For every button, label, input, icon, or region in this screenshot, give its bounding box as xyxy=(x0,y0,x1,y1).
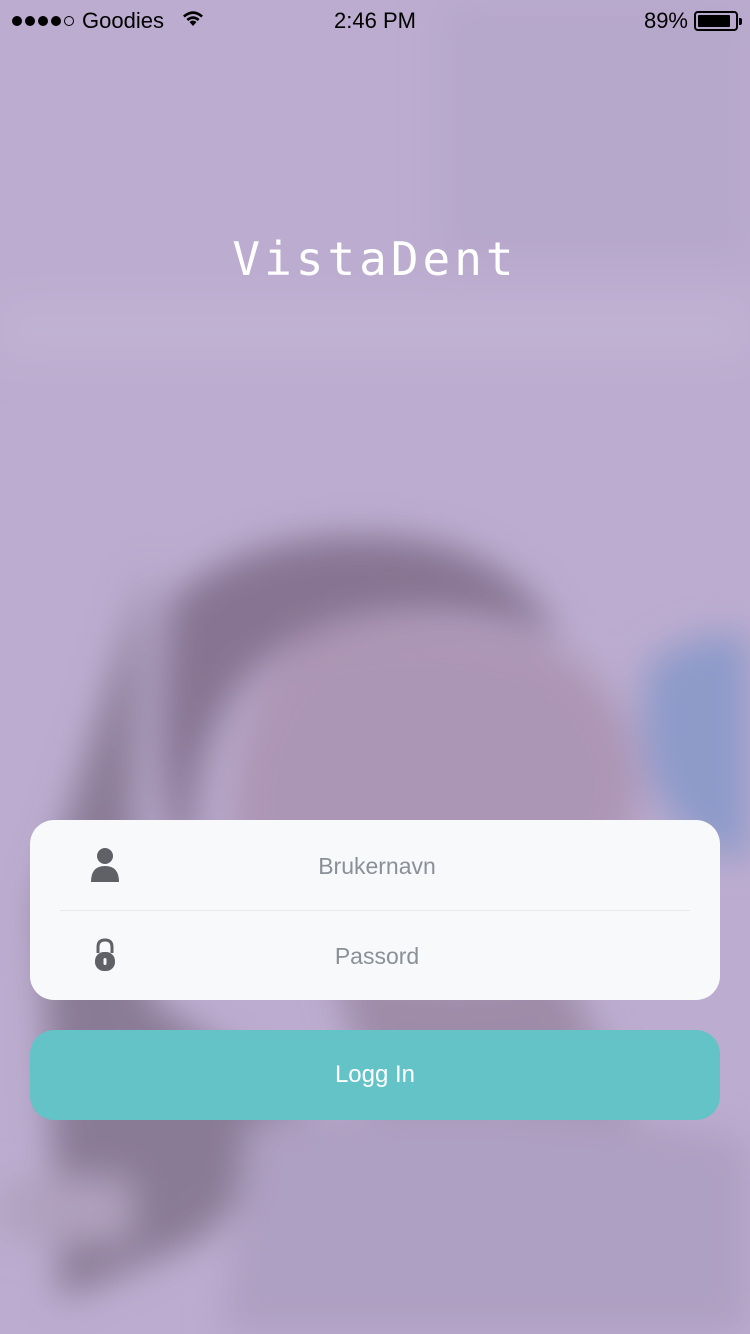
app-logo: VistaDent xyxy=(232,232,518,286)
status-right: 89% xyxy=(643,8,742,34)
lock-icon xyxy=(90,937,120,973)
login-card xyxy=(30,820,720,1000)
status-bar: Goodies 2:46 PM 89% xyxy=(0,0,750,40)
battery-level xyxy=(698,15,731,27)
battery-icon xyxy=(694,11,742,31)
login-screen: Goodies 2:46 PM 89% VistaDent Brukernavn… xyxy=(0,0,750,1334)
username-row xyxy=(30,820,720,910)
battery-tip xyxy=(739,18,742,25)
color-overlay xyxy=(0,0,750,1334)
password-row xyxy=(30,910,720,1000)
login-button[interactable]: Logg In xyxy=(30,1030,720,1120)
username-input[interactable] xyxy=(150,840,604,892)
user-icon xyxy=(90,847,120,883)
battery-percent: 89% xyxy=(643,8,688,33)
password-input[interactable] xyxy=(150,930,604,982)
status-time: 2:46 PM xyxy=(334,8,416,33)
